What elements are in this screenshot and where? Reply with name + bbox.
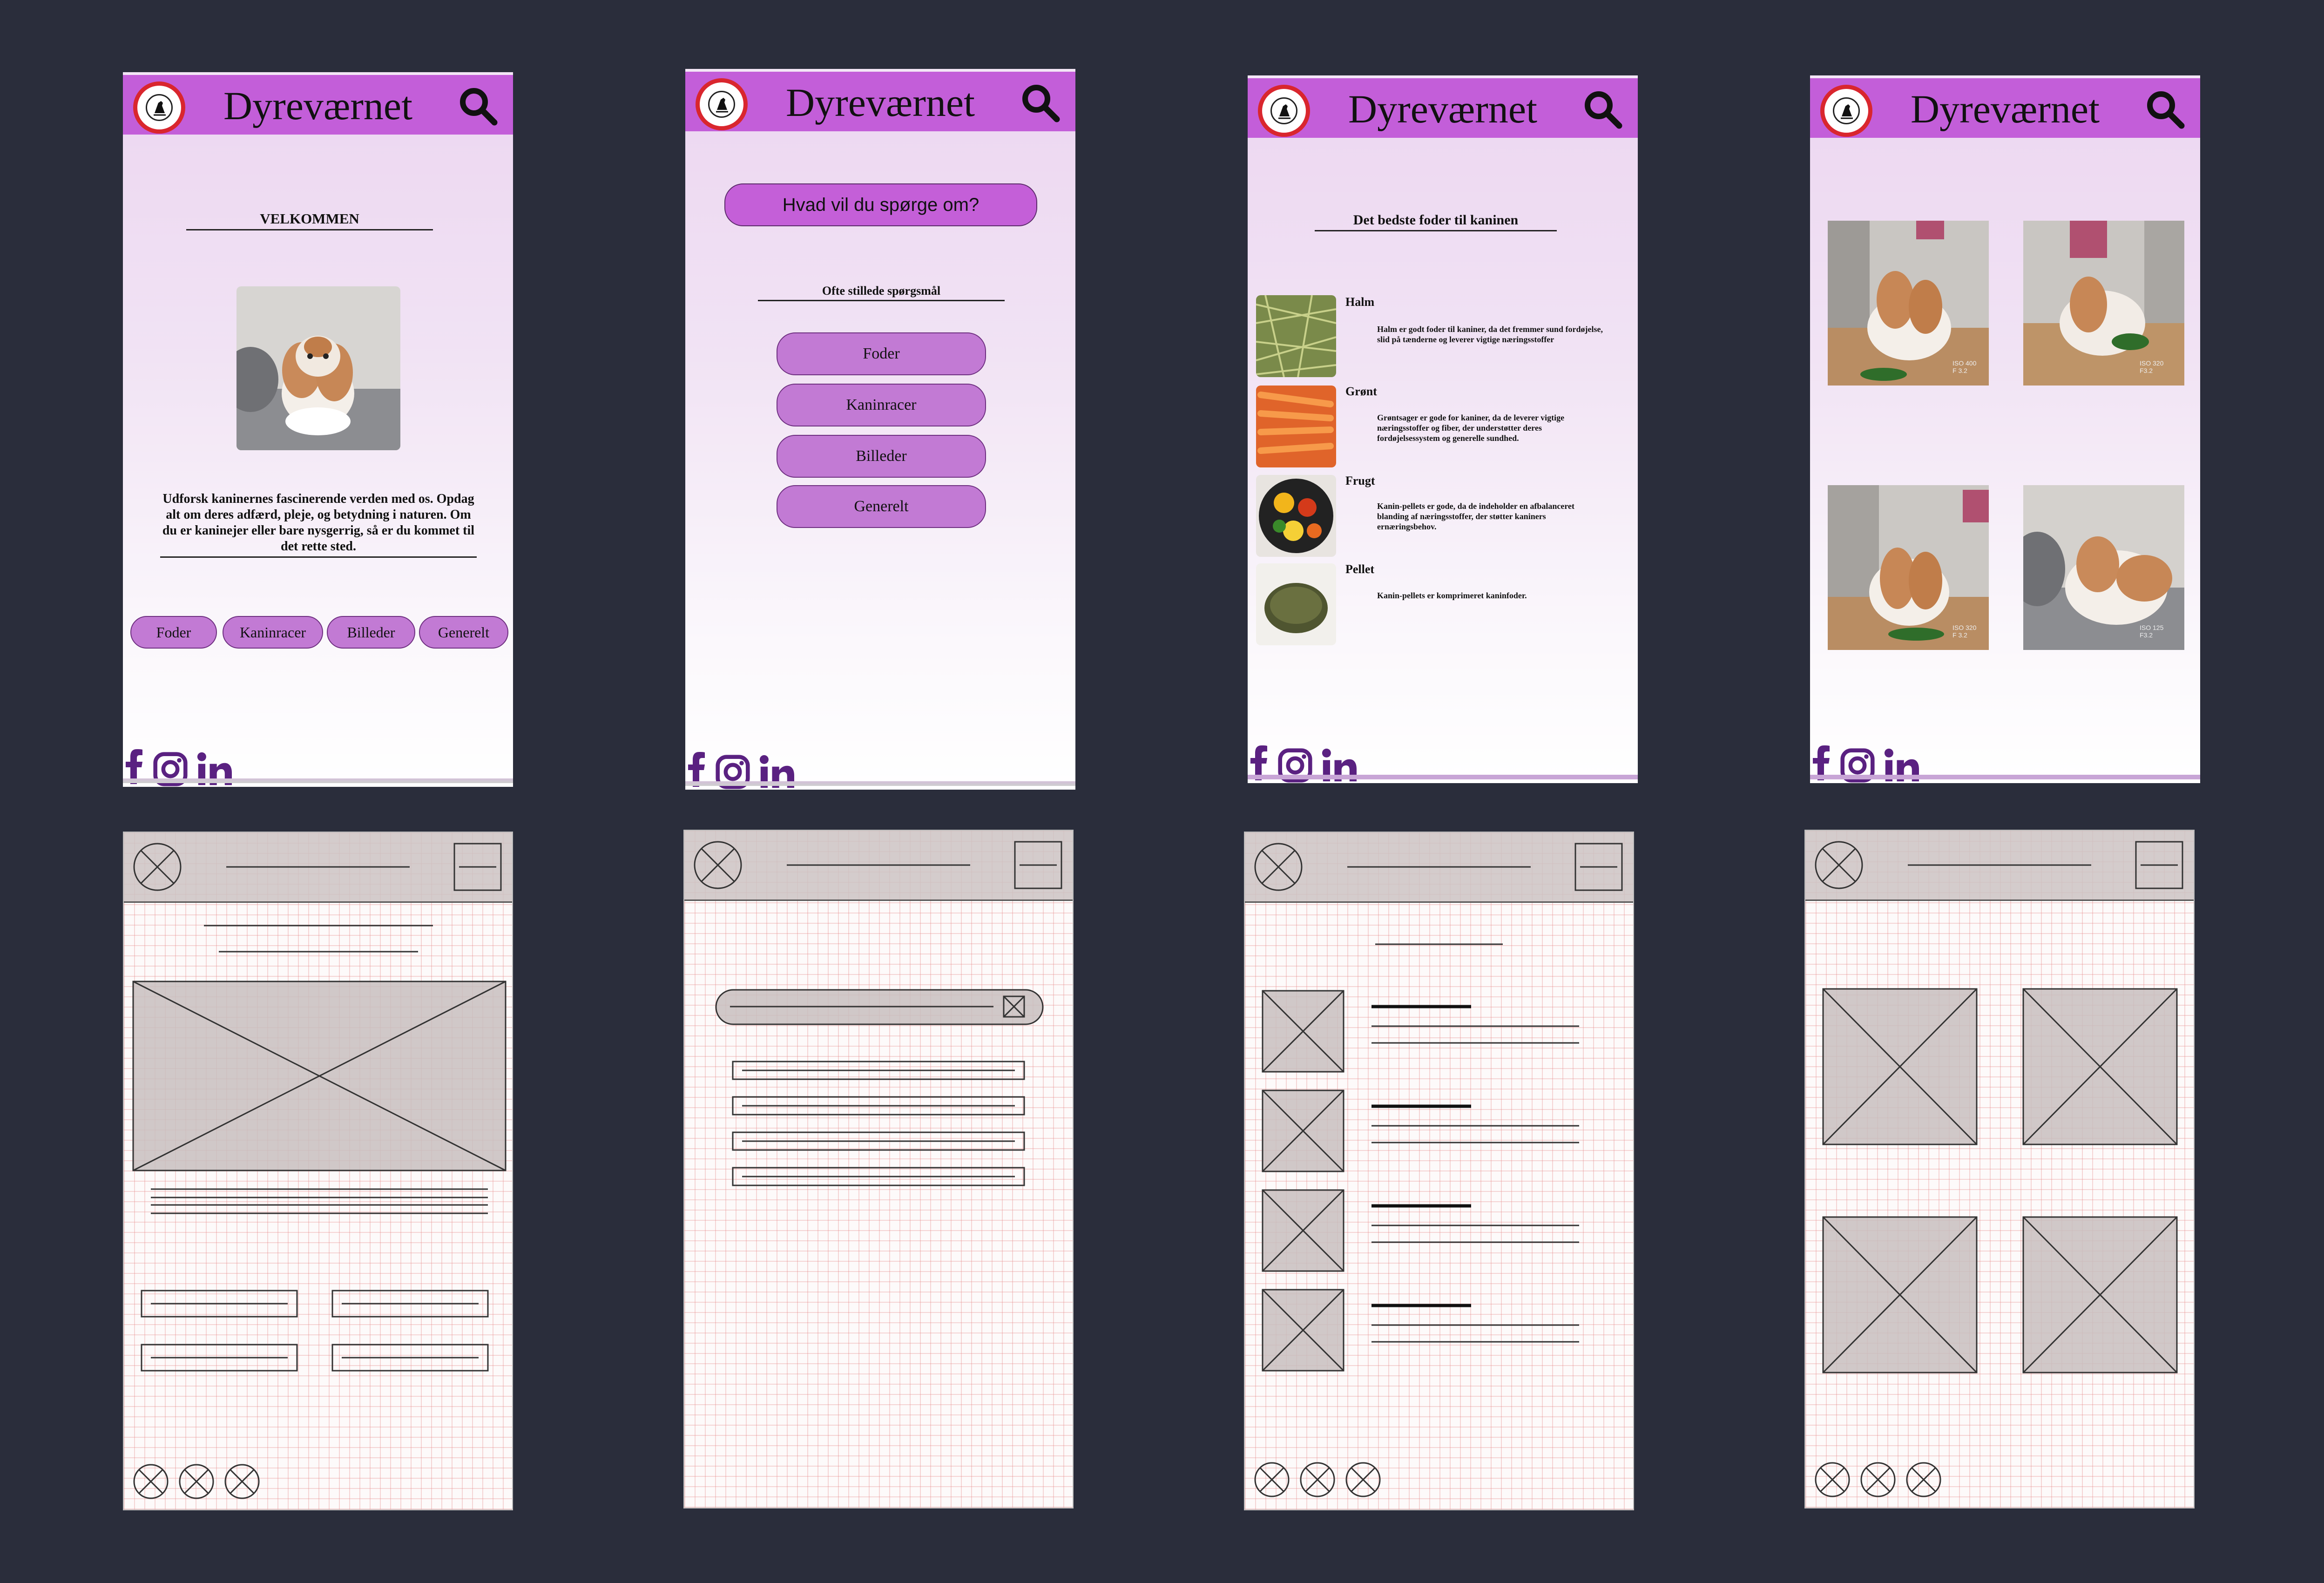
food-desc-pellet: Kanin-pellets er komprimeret kaninfoder. xyxy=(1377,591,1527,600)
faq-heading: Ofte stillede spørgsmål xyxy=(758,284,1005,301)
gallery-photo-3[interactable]: ISO 320 F 3.2 xyxy=(1828,485,1989,650)
faq-button-generelt[interactable]: Generelt xyxy=(777,485,986,528)
question-search-input[interactable]: Hvad vil du spørge om? xyxy=(724,183,1037,226)
gallery-photo-2[interactable]: ISO 320 F3.2 xyxy=(2023,221,2184,386)
wireframe-graphic xyxy=(1254,843,1623,1497)
page-title: VELKOMMEN xyxy=(186,210,433,230)
footer-divider xyxy=(685,781,1075,786)
app-title: Dyreværnet xyxy=(1348,87,1537,131)
food-image-gront xyxy=(1256,386,1336,467)
app-title: Dyreværnet xyxy=(786,80,975,125)
food-image-frugt xyxy=(1256,475,1336,557)
wireframe-faq xyxy=(683,830,1074,1509)
faq-button-billeder[interactable]: Billeder xyxy=(777,435,986,478)
app-title: Dyreværnet xyxy=(223,83,412,128)
gallery-photo-4[interactable]: ISO 125 F3.2 xyxy=(2023,485,2184,650)
food-desc-gront: Grøntsager er gode for kaniner, da de le… xyxy=(1377,413,1565,443)
nav-button-kaninracer[interactable]: Kaninracer xyxy=(223,616,323,649)
footer-divider xyxy=(123,778,513,783)
food-name-halm: Halm xyxy=(1345,295,1375,309)
food-desc-halm: Halm er godt foder til kaniner, da det f… xyxy=(1377,325,1603,344)
app-title: Dyreværnet xyxy=(1911,87,2100,131)
food-heading: Det bedste foder til kaninen xyxy=(1315,212,1557,231)
search-icon[interactable] xyxy=(1020,82,1061,124)
search-icon[interactable] xyxy=(2144,88,2186,130)
faq-screen: Dyreværnet Hvad vil du spørge om? Ofte s… xyxy=(685,69,1075,790)
wireframe-graphic xyxy=(1815,841,2183,1497)
food-desc-frugt: Kanin-pellets er gode, da de indeholder … xyxy=(1377,501,1575,531)
faq-button-kaninracer[interactable]: Kaninracer xyxy=(777,384,986,426)
photo-exif: ISO 320 F 3.2 xyxy=(1952,624,1977,639)
footer-divider xyxy=(1810,775,2200,779)
search-placeholder: Hvad vil du spørge om? xyxy=(782,195,980,215)
wireframe-gallery xyxy=(1804,830,2195,1509)
food-image-halm xyxy=(1256,295,1336,377)
wireframe-graphic xyxy=(694,841,1062,1186)
photo-exif: ISO 400 F 3.2 xyxy=(1952,359,1977,374)
wireframe-graphic xyxy=(132,843,507,1499)
home-screen: Dyreværnet VELKOMMEN Udforsk kaninernes … xyxy=(123,72,513,787)
wireframe-food xyxy=(1244,832,1634,1510)
photo-exif: ISO 125 F3.2 xyxy=(2140,624,2164,639)
food-image-pellet xyxy=(1256,563,1336,645)
faq-button-foder[interactable]: Foder xyxy=(777,332,986,375)
food-name-gront: Grønt xyxy=(1345,385,1377,398)
nav-button-billeder[interactable]: Billeder xyxy=(327,616,415,649)
rabbit-photo xyxy=(236,286,400,450)
food-screen: Dyreværnet Det bedste foder til kaninen … xyxy=(1248,75,1638,783)
nav-button-foder[interactable]: Foder xyxy=(130,616,217,649)
app-header: Dyreværnet xyxy=(685,69,1075,131)
app-header: Dyreværnet xyxy=(123,72,513,135)
app-header: Dyreværnet xyxy=(1248,75,1638,138)
gallery-photo-1[interactable]: ISO 400 F 3.2 xyxy=(1828,221,1989,386)
food-name-pellet: Pellet xyxy=(1345,562,1375,576)
gallery-screen: Dyreværnet ISO 400 F 3.2 ISO 320 F3.2 ISO … xyxy=(1810,75,2200,783)
food-name-frugt: Frugt xyxy=(1345,474,1375,487)
nav-button-generelt[interactable]: Generelt xyxy=(419,616,508,649)
search-icon[interactable] xyxy=(457,85,499,127)
app-header: Dyreværnet xyxy=(1810,75,2200,138)
footer-divider xyxy=(1248,775,1638,779)
photo-exif: ISO 320 F3.2 xyxy=(2140,359,2164,374)
wireframe-home xyxy=(123,832,513,1510)
intro-text: Udforsk kaninernes fascinerende verden m… xyxy=(160,491,477,558)
search-icon[interactable] xyxy=(1582,88,1624,130)
